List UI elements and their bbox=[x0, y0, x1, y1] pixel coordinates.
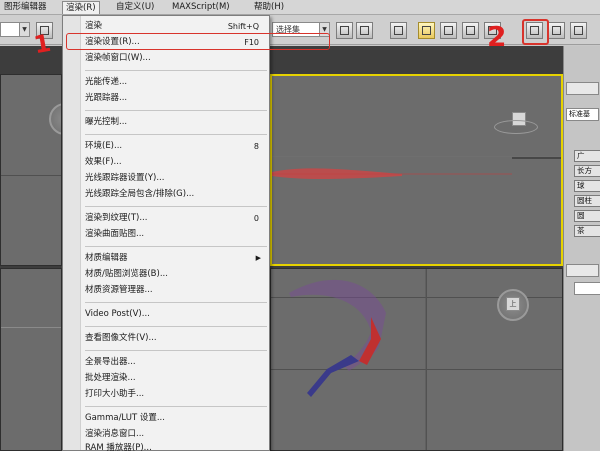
menu-separator bbox=[85, 110, 267, 111]
menu-separator bbox=[85, 302, 267, 303]
menu-item-panorama-exporter[interactable]: 全景导出器... bbox=[85, 356, 267, 369]
create-teapot-button[interactable]: 茶 bbox=[574, 225, 600, 237]
menubar: 图形编辑器 渲染(R) 自定义(U) MAXScript(M) 帮助(H) bbox=[0, 0, 600, 15]
viewcube-ring[interactable] bbox=[49, 103, 61, 135]
name-color-rollout[interactable] bbox=[566, 264, 599, 277]
grid-line bbox=[1, 175, 61, 176]
align-button[interactable] bbox=[356, 22, 373, 39]
menu-item-render[interactable]: 渲染 Shift+Q bbox=[85, 20, 267, 33]
render-menu-dropdown: 渲染 Shift+Q 渲染设置(R)... F10 渲染帧窗口(W)... 光能传递… bbox=[62, 15, 330, 451]
menu-separator bbox=[85, 406, 267, 407]
menu-item-raytrace-include-exclude[interactable]: 光线跟踪全局包含/排除(G)... bbox=[85, 188, 267, 201]
menu-graph-editors[interactable]: 图形编辑器 bbox=[4, 1, 47, 14]
menu-item-environment-label: 环境(E)... bbox=[85, 141, 123, 151]
menu-item-environment[interactable]: 环境(E)... 8 bbox=[85, 140, 267, 153]
viewcube-ring[interactable] bbox=[494, 120, 538, 134]
create-box-button[interactable]: 长方 bbox=[574, 165, 600, 177]
menu-item-material-editor[interactable]: 材质编辑器 ▶ bbox=[85, 252, 267, 265]
menu-separator bbox=[85, 326, 267, 327]
curve-editor-icon bbox=[444, 26, 453, 35]
menu-rendering[interactable]: 渲染(R) bbox=[62, 1, 100, 14]
object-type-dropdown[interactable]: 标准基 bbox=[566, 108, 599, 121]
menu-item-render-setup[interactable]: 渲染设置(R)... F10 bbox=[85, 36, 267, 49]
sword-hilt bbox=[307, 355, 359, 397]
menu-separator bbox=[85, 246, 267, 247]
motion-trail bbox=[272, 157, 561, 179]
layer-manager-button[interactable] bbox=[390, 22, 407, 39]
menu-item-environment-shortcut: 8 bbox=[253, 142, 259, 151]
command-panel-tabs[interactable] bbox=[566, 82, 599, 95]
menu-help[interactable]: 帮助(H) bbox=[254, 1, 284, 14]
menu-separator bbox=[85, 134, 267, 135]
menu-item-rendered-frame-window[interactable]: 渲染帧窗口(W)... bbox=[85, 52, 267, 65]
curve-editor-button[interactable] bbox=[440, 22, 457, 39]
schematic-icon bbox=[466, 26, 475, 35]
menu-item-gamma-lut-setup[interactable]: Gamma/LUT 设置... bbox=[85, 412, 267, 425]
menu-item-render-message-window[interactable]: 渲染消息窗口... bbox=[85, 428, 267, 441]
menu-item-render-surface-map[interactable]: 渲染曲面贴图... bbox=[85, 228, 267, 241]
menu-separator bbox=[85, 206, 267, 207]
create-sphere-button[interactable]: 球 bbox=[574, 180, 600, 192]
menu-item-render-to-texture-shortcut: 0 bbox=[253, 214, 259, 223]
mirror-icon bbox=[340, 26, 349, 35]
chevron-down-icon: ▼ bbox=[19, 23, 29, 36]
menu-customize[interactable]: 自定义(U) bbox=[116, 1, 154, 14]
command-panel: 标准基 广 长方 球 圆柱 圆 茶 bbox=[563, 46, 600, 451]
create-cylinder-button[interactable]: 圆柱 bbox=[574, 195, 600, 207]
viewport-perspective[interactable] bbox=[270, 74, 563, 266]
mirror-button[interactable] bbox=[336, 22, 353, 39]
menu-icon-gutter bbox=[63, 16, 81, 450]
menu-item-exposure-control[interactable]: 曝光控制... bbox=[85, 116, 267, 129]
menu-item-render-shortcut: Shift+Q bbox=[227, 22, 259, 31]
menu-item-render-setup-shortcut: F10 bbox=[244, 38, 259, 47]
menu-item-effects[interactable]: 效果(F)... bbox=[85, 156, 267, 169]
teapot-icon bbox=[574, 26, 583, 35]
menu-item-video-post[interactable]: Video Post(V)... bbox=[85, 308, 267, 321]
menu-item-render-label: 渲染 bbox=[85, 21, 103, 31]
object-name-field[interactable] bbox=[574, 282, 600, 295]
submenu-arrow-icon: ▶ bbox=[255, 254, 261, 262]
menu-separator bbox=[85, 350, 267, 351]
menu-separator bbox=[85, 70, 267, 71]
rendered-frame-window-button[interactable] bbox=[548, 22, 565, 39]
menu-item-light-tracer[interactable]: 光跟踪器... bbox=[85, 92, 267, 105]
viewcube-top[interactable]: 上 bbox=[506, 297, 520, 311]
graphite-toggle-button[interactable] bbox=[418, 22, 435, 39]
grid-line bbox=[1, 327, 61, 328]
viewport-top-left[interactable] bbox=[0, 74, 62, 266]
render-setup-annotation-box bbox=[522, 19, 549, 45]
render-frame-icon bbox=[552, 26, 561, 35]
graphite-icon bbox=[422, 26, 431, 35]
menu-item-view-image-file[interactable]: 查看图像文件(V)... bbox=[85, 332, 267, 345]
menu-item-render-to-texture-label: 渲染到纹理(T)... bbox=[85, 213, 148, 223]
menu-item-material-editor-label: 材质编辑器 bbox=[85, 253, 128, 263]
menu-item-ram-player[interactable]: RAM 播放器(P)... bbox=[85, 442, 267, 451]
menu-item-render-to-texture[interactable]: 渲染到纹理(T)... 0 bbox=[85, 212, 267, 225]
menu-item-material-explorer[interactable]: 材质资源管理器... bbox=[85, 284, 267, 297]
create-plane-button[interactable]: 广 bbox=[574, 150, 600, 162]
menu-item-batch-render[interactable]: 批处理渲染... bbox=[85, 372, 267, 385]
layers-icon bbox=[394, 26, 403, 35]
create-circle-button[interactable]: 圆 bbox=[574, 210, 600, 222]
menu-item-render-setup-label: 渲染设置(R)... bbox=[85, 37, 140, 47]
menu-item-print-size-assistant[interactable]: 打印大小助手... bbox=[85, 388, 267, 401]
viewport-bottom-right[interactable]: 上 bbox=[270, 268, 563, 451]
viewport-bottom-left[interactable] bbox=[0, 268, 62, 451]
align-icon bbox=[360, 26, 369, 35]
menu-item-raytracer-settings[interactable]: 光线跟踪器设置(Y)... bbox=[85, 172, 267, 185]
schematic-view-button[interactable] bbox=[462, 22, 479, 39]
render-production-button[interactable] bbox=[570, 22, 587, 39]
menu-maxscript[interactable]: MAXScript(M) bbox=[172, 1, 230, 14]
menu-item-material-map-browser[interactable]: 材质/贴图浏览器(B)... bbox=[85, 268, 267, 281]
menu-item-radiosity[interactable]: 光能传递... bbox=[85, 76, 267, 89]
toolbar-left-dropdown[interactable]: ▼ bbox=[0, 22, 30, 37]
